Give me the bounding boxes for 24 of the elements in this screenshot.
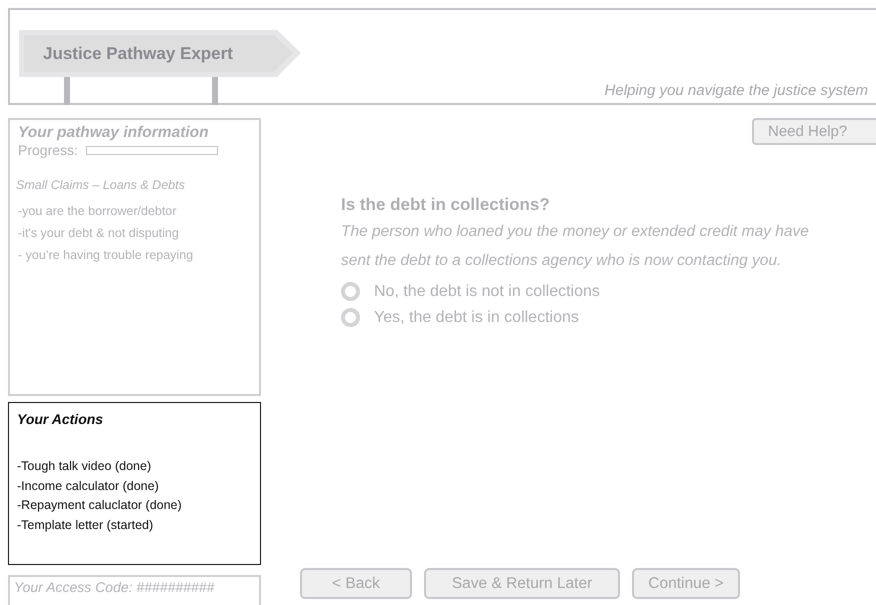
panel-title: Your pathway information: [18, 124, 210, 142]
continue-button[interactable]: Continue >: [632, 568, 740, 599]
progress-label: Progress:: [18, 142, 78, 158]
pathway-fact: -it's your debt & not disputing: [18, 225, 180, 242]
action-item: -Repayment caluclator (done): [17, 497, 183, 514]
action-item: -Template letter (started): [17, 516, 154, 534]
action-item: -Income calculator (done): [17, 478, 160, 495]
pathway-fact: - you’re having trouble repaying: [18, 247, 194, 264]
back-button[interactable]: < Back: [300, 568, 412, 599]
radio-button[interactable]: [341, 282, 360, 301]
question-title: Is the debt in collections?: [341, 195, 551, 215]
help-button[interactable]: Need Help?: [752, 118, 876, 145]
radio-button[interactable]: [341, 308, 360, 327]
category-label: Small Claims – Loans & Debts: [16, 178, 186, 192]
question-description: The person who loaned you the money or extended credit may have sent the debt to a collections agency who is now contacting you.: [341, 222, 810, 271]
access-code: Your Access Code: ##########: [8, 575, 261, 605]
action-item: -Tough talk video (done): [17, 458, 152, 475]
pathway-fact: -you are the borrower/debtor: [18, 203, 178, 220]
save-button[interactable]: Save & Return Later: [424, 568, 620, 599]
panel-title: Your Actions: [17, 411, 104, 427]
option-label[interactable]: Yes, the debt is in collections: [374, 308, 579, 326]
option-label[interactable]: No, the debt is not in collections: [374, 282, 600, 300]
tagline: Helping you navigate the justice system: [604, 82, 868, 99]
sign-title: Justice Pathway Expert: [43, 44, 233, 64]
